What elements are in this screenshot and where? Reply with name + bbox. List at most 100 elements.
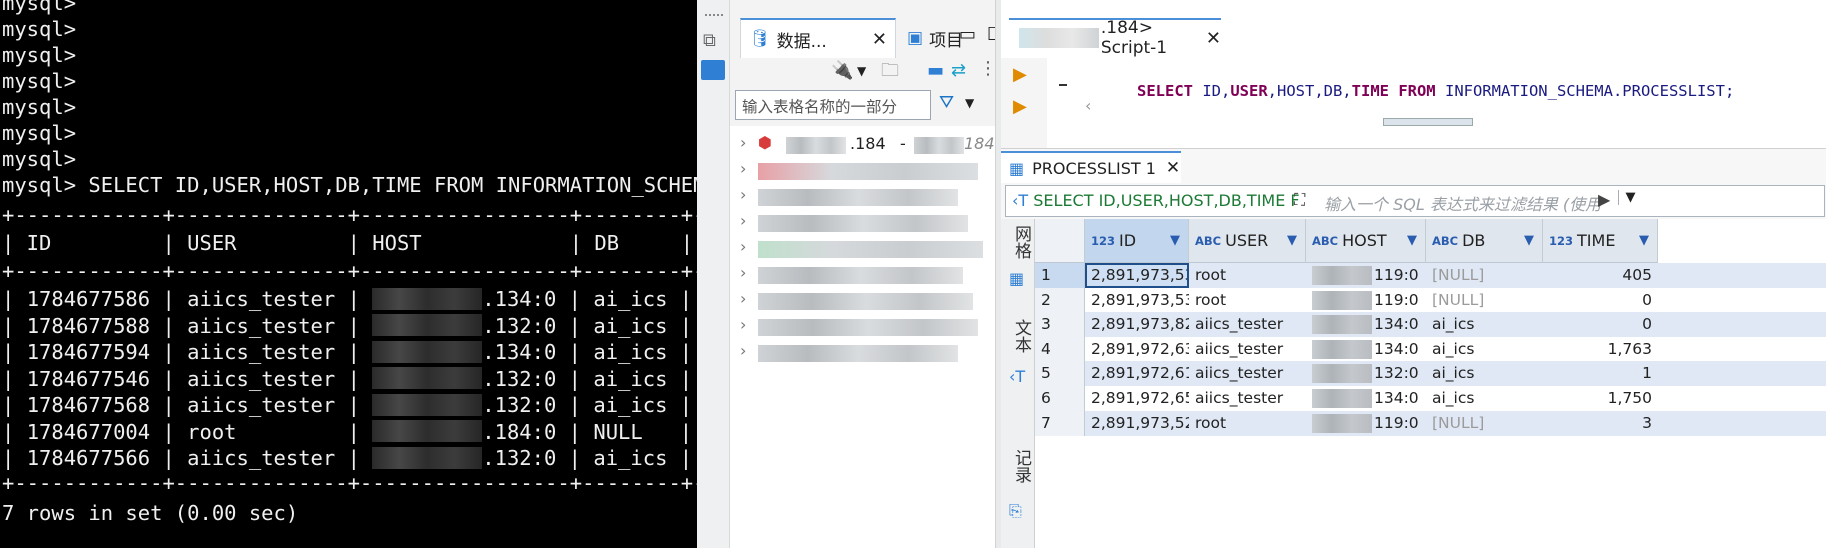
sort-icon[interactable]: ▼ (1639, 233, 1649, 248)
tree-item[interactable]: › (730, 288, 995, 314)
sort-icon[interactable]: ▼ (1524, 233, 1534, 248)
cell-time[interactable]: 1 (1543, 361, 1658, 386)
row-number[interactable]: 1 (1035, 263, 1085, 288)
cell-id[interactable]: 2,891,972,638 (1085, 337, 1189, 362)
window-icon[interactable] (701, 60, 725, 80)
cell-time[interactable]: 0 (1543, 288, 1658, 313)
new-connection-icon[interactable]: 🔌 (831, 60, 853, 82)
cell-db[interactable]: [NULL] (1426, 263, 1543, 288)
chevron-right-icon[interactable]: › (740, 237, 746, 256)
minimize-icon[interactable]: ▭ (959, 24, 976, 46)
row-number[interactable]: 6 (1035, 386, 1085, 411)
cell-user[interactable]: aiics_tester (1189, 386, 1306, 411)
column-header-user[interactable]: ABC USER ▼ (1189, 219, 1306, 263)
sort-icon[interactable]: ▼ (1170, 233, 1180, 248)
tree-item[interactable]: › (730, 210, 995, 236)
chevron-down-icon[interactable]: ▼ (857, 60, 866, 82)
tree-item-connection[interactable]: › ⬢ .184 - 184 (730, 132, 995, 158)
cell-time[interactable]: 1,763 (1543, 337, 1658, 362)
text-view-icon[interactable]: ‹T (1009, 367, 1025, 386)
restore-icon[interactable]: ⧉ (703, 30, 716, 52)
close-icon[interactable]: ✕ (1166, 158, 1180, 178)
cell-time[interactable]: 405 (1543, 263, 1658, 288)
drag-handle[interactable] (705, 14, 723, 16)
cell-id[interactable]: 2,891,973,532 (1085, 288, 1189, 313)
link-editor-icon[interactable]: ⇄ (951, 60, 966, 82)
cell-id[interactable]: 2,891,972,612 (1085, 361, 1189, 386)
cell-user[interactable]: aiics_tester (1189, 337, 1306, 362)
sql-statement[interactable]: SELECT ID,USER,HOST,DB,TIME FROM INFORMA… (1081, 64, 1734, 118)
table-row[interactable]: 42,891,972,638aiics_tester 134:0 ai_ics1,7… (1035, 336, 1826, 362)
play-icon[interactable]: ▶ (1598, 190, 1610, 209)
view-grid-tab[interactable]: 网格 (1009, 225, 1034, 259)
column-header-host[interactable]: ABC HOST ▼ (1306, 219, 1426, 263)
table-row[interactable]: 32,891,973,824aiics_tester 134:0 ai_ics0 (1035, 312, 1826, 338)
tree-item[interactable]: › (730, 158, 995, 184)
cell-user[interactable]: root (1189, 288, 1306, 313)
collapse-all-icon[interactable]: ▬ (927, 60, 944, 82)
cell-id[interactable]: 2,891,973,528 (1085, 411, 1189, 436)
scroll-left-icon[interactable]: ‹ (1085, 96, 1091, 115)
chevron-right-icon[interactable]: › (740, 263, 746, 282)
cell-host[interactable]: 119:0 (1306, 288, 1426, 313)
tree-item[interactable]: › (730, 184, 995, 210)
chevron-right-icon[interactable]: › (740, 159, 746, 178)
cell-id[interactable]: 2,891,973,530 (1085, 263, 1189, 288)
cell-host[interactable]: 119:0 (1306, 263, 1426, 288)
tab-processlist[interactable]: ▦ PROCESSLIST 1 ✕ (1001, 151, 1181, 183)
cell-host[interactable]: 134:0 (1306, 337, 1426, 362)
result-grid[interactable]: 123 ID ▼ ABC USER ▼ ABC HOST ▼ ABC DB ▼ 123 TIME ▼… (1035, 219, 1826, 548)
cell-time[interactable]: 1,750 (1543, 386, 1658, 411)
new-folder-icon[interactable]: 🗀 (881, 60, 899, 82)
view-text-tab[interactable]: 文本 (1009, 319, 1034, 353)
cell-time[interactable]: 0 (1543, 312, 1658, 337)
table-row[interactable]: 62,891,972,650aiics_tester 134:0 ai_ics1,7… (1035, 386, 1826, 411)
execute-icon[interactable]: ▶ (1013, 64, 1027, 85)
cell-id[interactable]: 2,891,972,650 (1085, 386, 1189, 411)
cell-db[interactable]: ai_ics (1426, 386, 1543, 411)
splitter-handle[interactable] (1383, 118, 1473, 126)
cell-id[interactable]: 2,891,973,824 (1085, 312, 1189, 337)
table-row[interactable]: 22,891,973,532root 119:0 [NULL]0 (1035, 287, 1826, 313)
chevron-right-icon[interactable]: › (740, 211, 746, 230)
chevron-right-icon[interactable]: › (740, 341, 746, 360)
cell-user[interactable]: root (1189, 263, 1306, 288)
table-row[interactable]: 72,891,973,528root 119:0 [NULL]3 (1035, 410, 1826, 436)
cell-db[interactable]: ai_ics (1426, 361, 1543, 386)
chevron-down-icon[interactable]: ▼ (1618, 190, 1642, 205)
sql-editor[interactable]: .184> Script-1 ✕ ▶ ▶ SELECT ID,USER,HOST… (1001, 0, 1826, 148)
cell-user[interactable]: root (1189, 411, 1306, 436)
cell-db[interactable]: [NULL] (1426, 411, 1543, 436)
cell-host[interactable]: 132:0 (1306, 361, 1426, 386)
cell-user[interactable]: aiics_tester (1189, 312, 1306, 337)
cell-host[interactable]: 119:0 (1306, 411, 1426, 436)
cell-db[interactable]: [NULL] (1426, 288, 1543, 313)
cell-time[interactable]: 3 (1543, 411, 1658, 436)
tree-item[interactable]: › (730, 314, 995, 340)
column-header-id[interactable]: 123 ID ▼ (1085, 219, 1189, 263)
row-number[interactable]: 3 (1035, 312, 1085, 338)
cell-db[interactable]: ai_ics (1426, 337, 1543, 362)
execute-script-icon[interactable]: ▶ (1013, 96, 1027, 117)
close-icon[interactable]: ✕ (872, 29, 887, 50)
tree-item[interactable]: › (730, 236, 995, 262)
table-row[interactable]: 12,891,973,530root 119:0 [NULL]405 (1035, 263, 1826, 288)
tree-item[interactable]: › (730, 340, 995, 366)
cell-user[interactable]: aiics_tester (1189, 361, 1306, 386)
table-row[interactable]: 52,891,972,612aiics_tester 132:0 ai_ics1 (1035, 361, 1826, 387)
record-icon[interactable]: ⎘ (1009, 501, 1022, 521)
row-number[interactable]: 2 (1035, 287, 1085, 313)
mysql-terminal[interactable]: mysql> mysql> mysql> mysql> mysql> mysql… (0, 0, 697, 548)
chevron-right-icon[interactable]: › (740, 315, 746, 334)
grid-icon[interactable]: ▦ (1009, 269, 1024, 288)
close-icon[interactable]: ✕ (1206, 28, 1221, 49)
row-number[interactable]: 7 (1035, 410, 1085, 436)
expand-icon[interactable]: ⛶ (1294, 190, 1305, 210)
cell-host[interactable]: 134:0 (1306, 312, 1426, 337)
view-log-tab[interactable]: 记录 (1009, 449, 1034, 483)
filter-icon[interactable]: ⛛ (939, 92, 954, 114)
cell-host[interactable]: 134:0 (1306, 386, 1426, 411)
chevron-right-icon[interactable]: › (740, 289, 746, 308)
chevron-down-icon[interactable]: ▼ (965, 92, 974, 114)
sort-icon[interactable]: ▼ (1407, 233, 1417, 248)
